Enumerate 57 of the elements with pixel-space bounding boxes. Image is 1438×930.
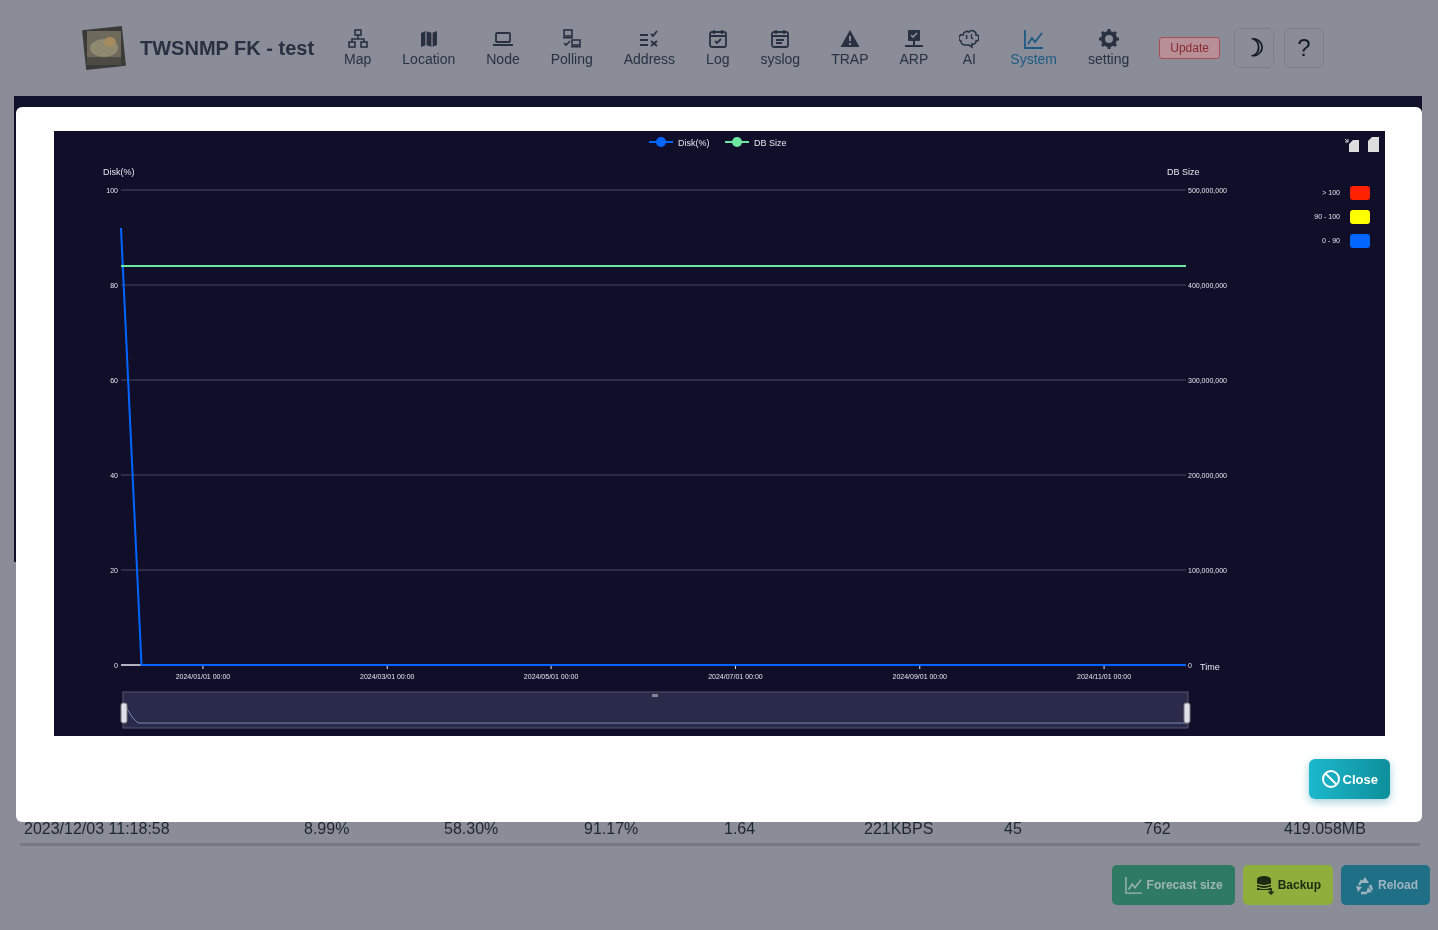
nav-tab[interactable]: Map <box>344 29 372 67</box>
calendar-check-icon <box>707 29 728 49</box>
theme-toggle-button[interactable]: ☽ <box>1233 28 1274 68</box>
table-cell-text: 45 <box>1003 820 1022 838</box>
legend-item-icon[interactable] <box>724 137 750 147</box>
nav-tab[interactable]: setting <box>1088 29 1130 67</box>
nav-tab[interactable]: Address <box>623 29 676 67</box>
action-button[interactable]: Reload <box>1341 865 1430 905</box>
legend-label: Disk(%) <box>678 138 710 148</box>
table-cell-text: 91.17% <box>583 820 639 838</box>
action-button[interactable]: Forecast size <box>1111 865 1235 905</box>
table-cell-text: 58.30% <box>443 820 499 838</box>
nav-tab[interactable]: Log <box>706 29 730 67</box>
visual-map-swatch[interactable] <box>1350 210 1370 224</box>
laptop-check-icon <box>561 29 582 49</box>
database-icon <box>1254 875 1275 895</box>
axis-title: Time <box>1200 662 1220 672</box>
zoom-slider[interactable] <box>120 691 1191 729</box>
visual-map-swatch[interactable] <box>1350 186 1370 200</box>
nav-tab[interactable]: Polling <box>550 29 593 67</box>
nav-tab[interactable]: ARP <box>899 29 929 67</box>
nav-tab[interactable]: syslog <box>760 29 801 67</box>
line-chart-icon <box>1123 876 1144 894</box>
table-cell-text: 2023/12/03 11:18:58 <box>23 820 170 838</box>
nav-tab[interactable]: Node <box>486 29 520 67</box>
table-cell-text: 762 <box>1143 820 1171 838</box>
nav-tab[interactable]: TRAP <box>831 29 869 67</box>
help-button[interactable]: ? <box>1283 28 1324 68</box>
table-cell-text: 1.64 <box>723 820 756 838</box>
brain-icon <box>959 29 980 49</box>
network-icon <box>347 29 368 49</box>
visual-map-swatch[interactable] <box>1350 234 1370 248</box>
app-title: TWSNMP FK - test <box>140 36 315 60</box>
close-button[interactable]: Close <box>1308 759 1390 799</box>
table-cell-text: 8.99% <box>303 820 350 838</box>
nav-tab[interactable]: Location <box>402 29 456 67</box>
axis-title: Disk(%) <box>103 167 135 177</box>
cancel-icon <box>1320 769 1341 789</box>
list-check-icon <box>639 29 660 49</box>
settings-icon <box>1098 29 1119 49</box>
zoom-icon[interactable] <box>1344 138 1359 152</box>
action-button[interactable]: Backup <box>1242 865 1333 905</box>
restore-icon[interactable] <box>1368 137 1379 152</box>
monitor-check-icon <box>903 29 924 49</box>
recycle-icon <box>1355 875 1375 895</box>
update-button[interactable]: Update <box>1159 37 1220 59</box>
table-cell-text: 221KBPS <box>863 820 934 838</box>
map-icon <box>418 29 439 49</box>
nav-tab[interactable]: AI <box>959 29 980 67</box>
table-cell-text: 419.058MB <box>1283 820 1366 838</box>
laptop-icon <box>493 29 513 49</box>
legend-label: DB Size <box>754 138 787 148</box>
nav-tab[interactable]: System <box>1010 29 1057 67</box>
calendar-icon <box>770 29 791 49</box>
warning-icon <box>839 29 860 49</box>
axis-title: DB Size <box>1167 167 1200 177</box>
line-chart-icon <box>1023 29 1044 49</box>
